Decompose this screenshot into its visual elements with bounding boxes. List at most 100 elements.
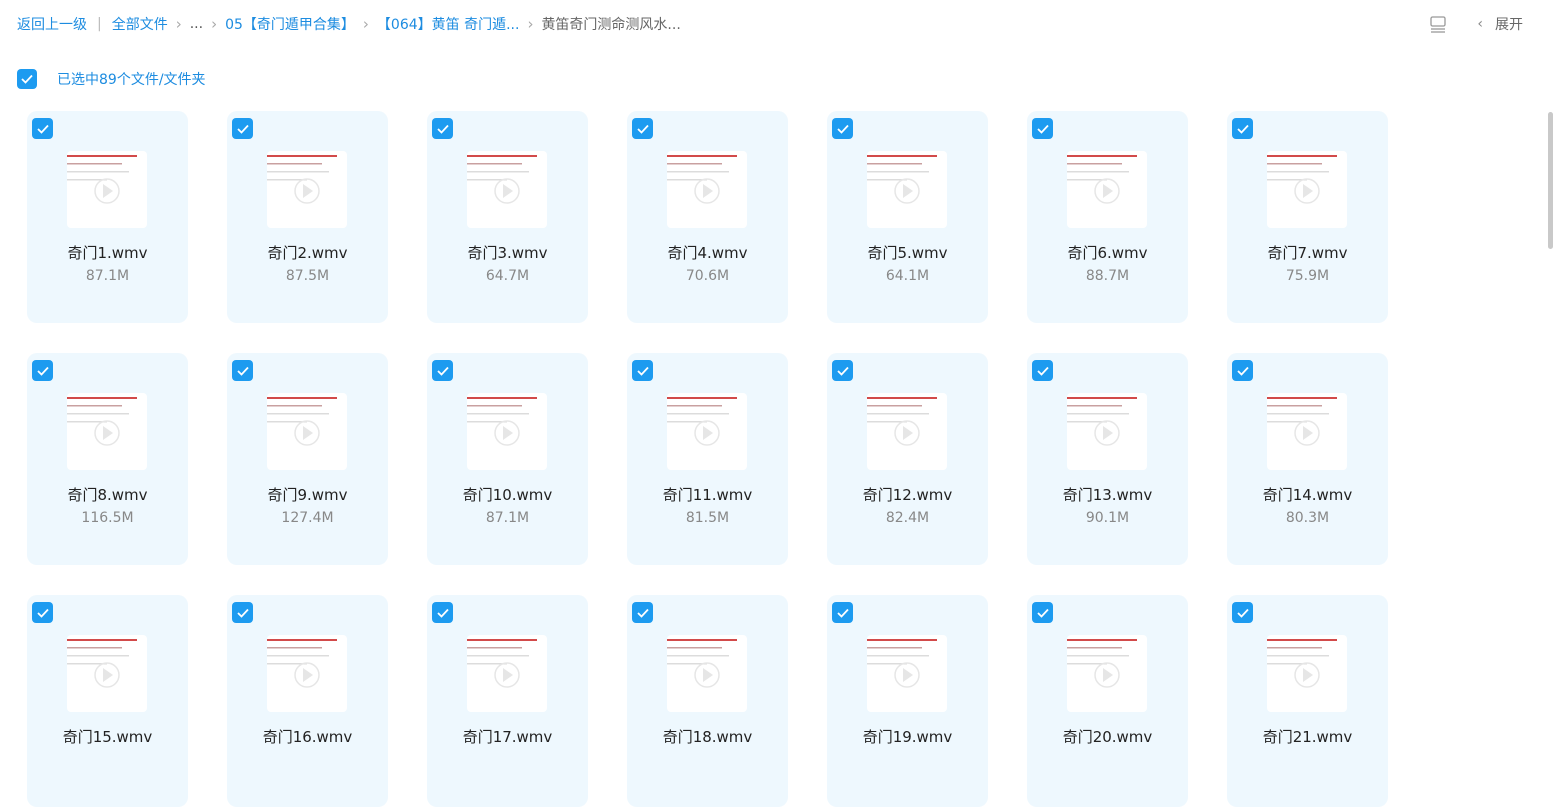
file-name[interactable]: 奇门7.wmv — [1227, 242, 1388, 263]
file-checkbox[interactable] — [432, 118, 453, 139]
file-checkbox[interactable] — [432, 360, 453, 381]
file-checkbox[interactable] — [632, 118, 653, 139]
file-name[interactable]: 奇门15.wmv — [27, 726, 188, 747]
file-checkbox[interactable] — [232, 360, 253, 381]
file-checkbox[interactable] — [32, 602, 53, 623]
video-thumbnail[interactable] — [1067, 151, 1147, 228]
video-thumbnail[interactable] — [667, 151, 747, 228]
file-name[interactable]: 奇门6.wmv — [1027, 242, 1188, 263]
file-card[interactable]: 奇门21.wmv — [1227, 595, 1388, 807]
file-checkbox[interactable] — [432, 602, 453, 623]
chevron-right-icon: › — [527, 15, 534, 33]
file-card[interactable]: 奇门10.wmv 87.1M — [427, 353, 588, 565]
video-thumbnail[interactable] — [1267, 393, 1347, 470]
file-card[interactable]: 奇门7.wmv 75.9M — [1227, 111, 1388, 323]
video-thumbnail[interactable] — [267, 393, 347, 470]
file-card[interactable]: 奇门18.wmv — [627, 595, 788, 807]
file-name[interactable]: 奇门20.wmv — [1027, 726, 1188, 747]
video-thumbnail[interactable] — [1067, 393, 1147, 470]
file-card[interactable]: 奇门14.wmv 80.3M — [1227, 353, 1388, 565]
video-thumbnail[interactable] — [67, 635, 147, 712]
file-name[interactable]: 奇门13.wmv — [1027, 484, 1188, 505]
file-card[interactable]: 奇门5.wmv 64.1M — [827, 111, 988, 323]
video-thumbnail[interactable] — [1267, 635, 1347, 712]
file-name[interactable]: 奇门5.wmv — [827, 242, 988, 263]
file-name[interactable]: 奇门10.wmv — [427, 484, 588, 505]
file-name[interactable]: 奇门19.wmv — [827, 726, 988, 747]
file-card[interactable]: 奇门12.wmv 82.4M — [827, 353, 988, 565]
select-all-checkbox[interactable] — [17, 69, 37, 89]
file-checkbox[interactable] — [1232, 602, 1253, 623]
video-thumbnail[interactable] — [667, 393, 747, 470]
video-thumbnail[interactable] — [1267, 151, 1347, 228]
file-checkbox[interactable] — [1232, 360, 1253, 381]
file-checkbox[interactable] — [832, 118, 853, 139]
video-thumbnail[interactable] — [867, 635, 947, 712]
file-size: 127.4M — [281, 510, 334, 526]
scrollbar[interactable] — [1548, 112, 1553, 249]
video-thumbnail[interactable] — [867, 151, 947, 228]
breadcrumb-all-files[interactable]: 全部文件 — [112, 14, 168, 34]
back-link[interactable]: 返回上一级 — [17, 14, 87, 34]
file-checkbox[interactable] — [1032, 360, 1053, 381]
video-thumbnail[interactable] — [467, 393, 547, 470]
file-checkbox[interactable] — [1232, 118, 1253, 139]
file-name[interactable]: 奇门17.wmv — [427, 726, 588, 747]
file-checkbox[interactable] — [632, 360, 653, 381]
video-thumbnail[interactable] — [67, 151, 147, 228]
file-checkbox[interactable] — [32, 118, 53, 139]
breadcrumb-ellipsis[interactable]: ... — [190, 16, 203, 32]
file-card[interactable]: 奇门16.wmv — [227, 595, 388, 807]
breadcrumb-level1[interactable]: 05【奇门遁甲合集】 — [225, 14, 355, 34]
file-card[interactable]: 奇门13.wmv 90.1M — [1027, 353, 1188, 565]
file-card[interactable]: 奇门11.wmv 81.5M — [627, 353, 788, 565]
video-thumbnail[interactable] — [667, 635, 747, 712]
video-thumbnail[interactable] — [867, 393, 947, 470]
breadcrumb-level2[interactable]: 【064】黄笛 奇门遁... — [377, 14, 520, 34]
video-thumbnail[interactable] — [267, 635, 347, 712]
file-checkbox[interactable] — [832, 602, 853, 623]
file-card[interactable]: 奇门8.wmv 116.5M — [27, 353, 188, 565]
file-checkbox[interactable] — [832, 360, 853, 381]
file-name[interactable]: 奇门1.wmv — [27, 242, 188, 263]
file-card[interactable]: 奇门17.wmv — [427, 595, 588, 807]
file-name[interactable]: 奇门4.wmv — [627, 242, 788, 263]
video-thumbnail[interactable] — [467, 151, 547, 228]
file-checkbox[interactable] — [632, 602, 653, 623]
file-name[interactable]: 奇门2.wmv — [227, 242, 388, 263]
file-card[interactable]: 奇门1.wmv 87.1M — [27, 111, 188, 323]
video-thumbnail[interactable] — [467, 635, 547, 712]
file-name[interactable]: 奇门8.wmv — [27, 484, 188, 505]
file-card[interactable]: 奇门19.wmv — [827, 595, 988, 807]
file-name[interactable]: 奇门14.wmv — [1227, 484, 1388, 505]
file-checkbox[interactable] — [232, 118, 253, 139]
file-card[interactable]: 奇门9.wmv 127.4M — [227, 353, 388, 565]
video-thumbnail[interactable] — [67, 393, 147, 470]
file-checkbox[interactable] — [32, 360, 53, 381]
chevron-left-icon[interactable]: ‹ — [1477, 16, 1483, 32]
file-checkbox[interactable] — [232, 602, 253, 623]
file-card[interactable]: 奇门20.wmv — [1027, 595, 1188, 807]
file-name[interactable]: 奇门21.wmv — [1227, 726, 1388, 747]
file-checkbox[interactable] — [1032, 602, 1053, 623]
file-name[interactable]: 奇门11.wmv — [627, 484, 788, 505]
list-view-icon[interactable] — [1429, 15, 1447, 33]
file-card[interactable]: 奇门15.wmv — [27, 595, 188, 807]
file-card[interactable]: 奇门3.wmv 64.7M — [427, 111, 588, 323]
file-name[interactable]: 奇门3.wmv — [427, 242, 588, 263]
file-size: 64.7M — [485, 268, 530, 284]
expand-button[interactable]: 展开 — [1495, 14, 1523, 34]
file-name[interactable]: 奇门18.wmv — [627, 726, 788, 747]
file-name[interactable]: 奇门16.wmv — [227, 726, 388, 747]
video-thumbnail[interactable] — [1067, 635, 1147, 712]
file-name[interactable]: 奇门12.wmv — [827, 484, 988, 505]
file-card[interactable]: 奇门6.wmv 88.7M — [1027, 111, 1188, 323]
chevron-right-icon: › — [175, 15, 182, 33]
file-checkbox[interactable] — [1032, 118, 1053, 139]
file-card[interactable]: 奇门4.wmv 70.6M — [627, 111, 788, 323]
file-name[interactable]: 奇门9.wmv — [227, 484, 388, 505]
breadcrumb-current: 黄笛奇门测命测风水... — [541, 17, 681, 33]
file-size: 87.5M — [285, 268, 330, 284]
video-thumbnail[interactable] — [267, 151, 347, 228]
file-card[interactable]: 奇门2.wmv 87.5M — [227, 111, 388, 323]
